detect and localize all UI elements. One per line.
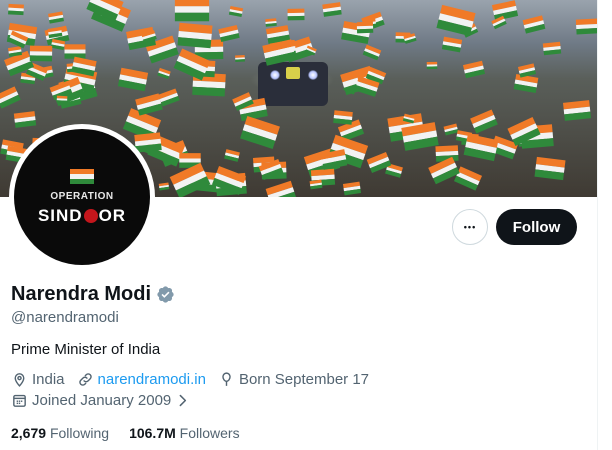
- banner-flag: [426, 61, 438, 70]
- banner-flag: [265, 18, 277, 27]
- avatar-text-operation: OPERATION: [50, 190, 114, 202]
- banner-flag: [362, 44, 382, 61]
- banner-sign: [286, 67, 300, 79]
- profile-stats: 2,679 Following 106.7M Followers: [11, 425, 260, 441]
- followers-label: Followers: [179, 425, 240, 441]
- banner-flag: [403, 33, 417, 44]
- joined-text: Joined January 2009: [32, 392, 172, 409]
- banner-flag: [0, 86, 21, 109]
- banner-flag: [436, 4, 476, 37]
- avatar-text-part: OR: [98, 205, 127, 225]
- banner-light: [270, 70, 280, 80]
- banner-flag: [441, 36, 463, 53]
- followers-stat[interactable]: 106.7M Followers: [129, 425, 240, 441]
- banner-flag: [401, 122, 439, 151]
- banner-flag: [235, 54, 245, 63]
- avatar-text-sindoor: SIND OR: [38, 206, 126, 226]
- banner-flag: [50, 38, 66, 51]
- banner-flag: [320, 149, 348, 170]
- following-stat[interactable]: 2,679 Following: [11, 425, 109, 441]
- avatar-image: OPERATION SIND OR: [14, 129, 150, 265]
- banner-flag: [174, 0, 210, 22]
- location-item: India: [11, 371, 65, 388]
- follow-button[interactable]: Follow: [496, 209, 577, 245]
- banner-flag: [224, 149, 240, 162]
- banner-flag: [8, 3, 24, 16]
- banner-flag: [463, 133, 499, 162]
- page-edge: [597, 0, 612, 450]
- website-link[interactable]: narendramodi.in: [98, 371, 206, 388]
- joined-item[interactable]: Joined January 2009: [11, 392, 191, 409]
- banner-flag: [158, 182, 170, 191]
- banner-flag: [134, 132, 162, 153]
- birthday-icon: [222, 372, 231, 386]
- banner-flag: [513, 73, 539, 93]
- banner-flag: [169, 162, 211, 197]
- following-label: Following: [49, 425, 110, 441]
- birthday-text: Born September 17: [238, 371, 370, 388]
- joined-row[interactable]: Joined January 2009: [11, 392, 203, 409]
- banner-flag: [240, 116, 280, 149]
- banner-flag: [333, 110, 353, 125]
- website-item[interactable]: narendramodi.in: [77, 371, 206, 388]
- location-text: India: [32, 371, 65, 388]
- banner-flag: [157, 67, 171, 80]
- following-count: 2,679: [11, 425, 47, 441]
- banner-flag: [542, 41, 562, 56]
- banner-flag: [517, 63, 537, 78]
- more-options-button[interactable]: •••: [452, 209, 488, 245]
- birthday-item: Born September 17: [218, 371, 369, 388]
- followers-count: 106.7M: [129, 425, 176, 441]
- banner-flag: [322, 2, 342, 17]
- banner-flag: [158, 88, 180, 107]
- location-icon: [14, 373, 25, 387]
- banner-flag: [29, 45, 53, 62]
- banner-flag: [265, 180, 297, 197]
- india-flag-icon: [70, 168, 94, 185]
- banner-flag: [575, 18, 597, 35]
- banner-flag: [13, 111, 37, 128]
- banner-flag: [342, 181, 362, 196]
- profile-handle: @narendramodi: [11, 309, 119, 326]
- banner-flag: [522, 15, 546, 34]
- calendar-icon: [13, 394, 26, 407]
- profile-name: Narendra Modi: [11, 283, 152, 305]
- avatar-text-part: SIND: [37, 205, 83, 225]
- link-icon: [78, 373, 92, 386]
- banner-light: [308, 70, 318, 80]
- more-icon: •••: [463, 222, 477, 232]
- banner-flag: [563, 100, 591, 121]
- banner-flag: [356, 21, 374, 34]
- banner-flag: [287, 8, 305, 21]
- profile-bio: Prime Minister of India: [11, 341, 161, 358]
- banner-flag: [470, 109, 498, 134]
- banner-flag: [48, 11, 64, 24]
- profile-meta-row: India narendramodi.in Born September 17: [11, 371, 381, 388]
- verified-icon[interactable]: [156, 285, 175, 304]
- banner-flag: [56, 95, 68, 104]
- banner-flag: [462, 60, 486, 79]
- banner-flag: [309, 179, 323, 190]
- avatar[interactable]: OPERATION SIND OR: [9, 124, 155, 270]
- chevron-right-icon: [179, 394, 187, 407]
- profile-name-row: Narendra Modi: [11, 283, 175, 306]
- banner-flag: [177, 22, 213, 49]
- banner-flag: [534, 156, 566, 181]
- sindoor-dot-icon: [83, 208, 98, 223]
- banner-flag: [228, 5, 244, 18]
- banner-flag: [117, 67, 149, 92]
- banner-flag: [218, 25, 240, 42]
